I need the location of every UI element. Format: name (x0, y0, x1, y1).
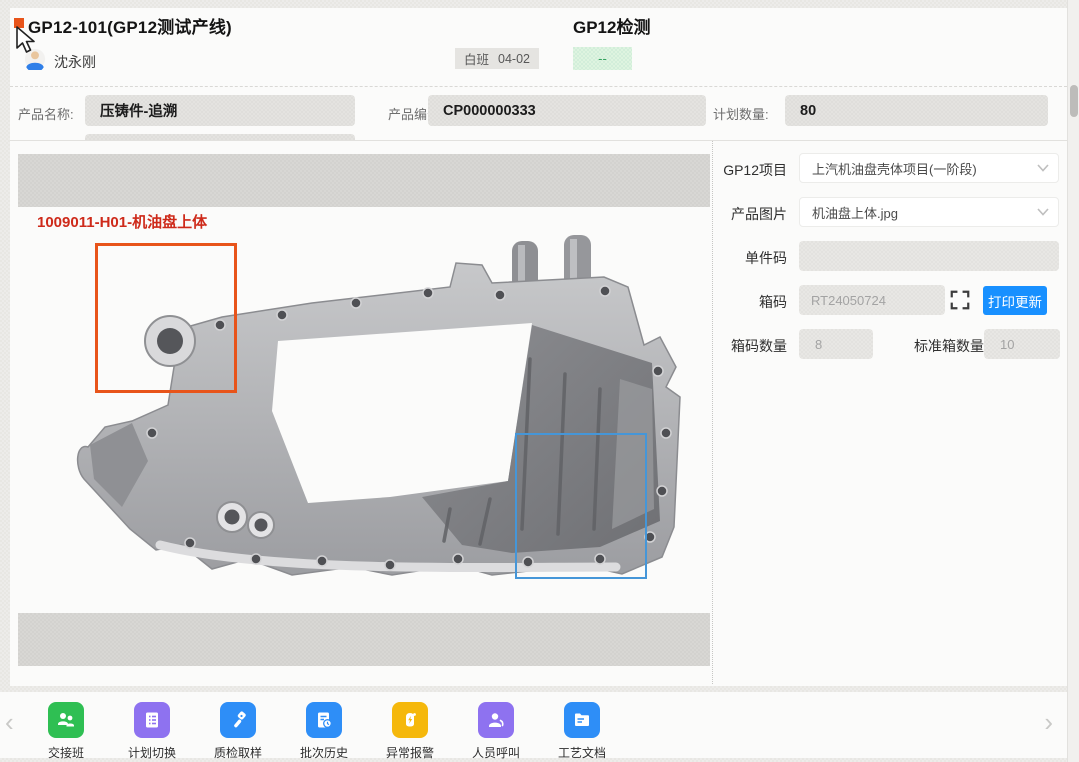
image-panel-top-bar (18, 154, 710, 207)
product-image-panel: 1009011-H01-机油盘上体 (10, 141, 713, 684)
plan-checklist-icon (134, 702, 170, 738)
product-form-row: 产品名称: 压铸件-追溯 产品编号: CP000000333 计划数量: 80 (10, 87, 1067, 141)
chevron-down-icon (1037, 164, 1049, 172)
product-image-row: 产品图片 机油盘上体.jpg (713, 197, 1067, 227)
toolbar-label: 异常报警 (385, 746, 434, 760)
shift-date: 04-02 (498, 51, 530, 66)
toolbar-item-batch-history[interactable]: 批次历史 (294, 702, 354, 761)
product-code-input[interactable]: CP000000333 (428, 95, 706, 126)
person-call-icon (478, 702, 514, 738)
box-qty-input[interactable]: 8 (799, 329, 873, 359)
project-select[interactable]: 上汽机油盘壳体项目(一阶段) (799, 153, 1059, 183)
product-image-value: 机油盘上体.jpg (812, 205, 898, 221)
process-doc-icon (564, 702, 600, 738)
scrollbar-thumb[interactable] (1070, 85, 1078, 117)
toolbar-label: 交接班 (47, 746, 84, 760)
plan-qty-label: 计划数量: (713, 107, 769, 122)
product-name-value: 压铸件-追溯 (100, 104, 178, 120)
box-code-row: 箱码 RT24050724 打印更新 (713, 285, 1067, 315)
std-box-qty-input[interactable]: 10 (984, 329, 1060, 359)
oil-pan-photo (60, 229, 705, 609)
box-qty-label: 箱码数量 (731, 338, 787, 354)
project-value: 上汽机油盘壳体项目(一阶段) (812, 161, 977, 177)
toolbar-items: 交接班 计划切换 质检取样 批次历史 异常报警 人员呼叫 工艺文档 (36, 702, 612, 761)
unit-code-row: 单件码 (713, 241, 1067, 271)
handover-people-icon (48, 702, 84, 738)
shift-label: 白班 (464, 53, 490, 67)
product-image-label: 产品图片 (731, 206, 787, 222)
project-row: GP12项目 上汽机油盘壳体项目(一阶段) (713, 153, 1067, 183)
page-title: GP12检测 (573, 18, 651, 37)
status-badge: -- (573, 47, 632, 70)
toolbar-scroll-left-icon[interactable]: ‹ (5, 704, 14, 740)
unit-code-input[interactable] (799, 241, 1059, 271)
footer-toolbar: ‹ › 交接班 计划切换 质检取样 批次历史 异常报警 人员呼叫 工艺文档 (0, 692, 1067, 761)
batch-history-icon (306, 702, 342, 738)
box-code-label: 箱码 (759, 294, 787, 310)
product-name-label: 产品名称: (18, 107, 74, 122)
box-qty-value: 8 (815, 336, 823, 352)
chevron-down-icon (1037, 208, 1049, 216)
header-bar: GP12-101(GP12测试产线) GP12检测 沈永刚 白班 04-02 -… (10, 8, 1067, 87)
user-name: 沈永刚 (54, 54, 96, 70)
product-image-select[interactable]: 机油盘上体.jpg (799, 197, 1059, 227)
main-area: 1009011-H01-机油盘上体 GP12项目 上汽机油盘壳体项目(一阶段) … (10, 141, 1067, 684)
box-code-value: RT24050724 (811, 292, 886, 308)
box-qty-row: 箱码数量 8 标准箱数量 10 (713, 329, 1067, 359)
gp12-inspection-screen: GP12-101(GP12测试产线) GP12检测 沈永刚 白班 04-02 -… (0, 0, 1079, 762)
toolbar-label: 质检取样 (213, 746, 262, 760)
toolbar-label: 人员呼叫 (471, 746, 520, 760)
station-title: GP12-101(GP12测试产线) (28, 18, 232, 37)
plan-qty-value: 80 (800, 102, 817, 119)
box-code-input[interactable]: RT24050724 (799, 285, 945, 315)
project-label: GP12项目 (723, 162, 787, 178)
scan-frame-icon[interactable] (949, 289, 971, 311)
image-panel-bottom-bar (18, 613, 710, 666)
toolbar-item-shift-handover[interactable]: 交接班 (36, 702, 96, 761)
print-update-button[interactable]: 打印更新 (983, 286, 1047, 315)
product-name-input[interactable]: 压铸件-追溯 (85, 95, 355, 126)
toolbar-label: 计划切换 (127, 746, 176, 760)
plan-qty-input[interactable]: 80 (785, 95, 1048, 126)
toolbar-item-quality-sampling[interactable]: 质检取样 (208, 702, 268, 761)
toolbar-item-process-document[interactable]: 工艺文档 (552, 702, 612, 761)
toolbar-label: 批次历史 (299, 746, 348, 760)
mouse-cursor-icon (16, 26, 35, 53)
toolbar-item-plan-switch[interactable]: 计划切换 (122, 702, 182, 761)
toolbar-scroll-right-icon[interactable]: › (1044, 704, 1053, 740)
unit-code-label: 单件码 (745, 250, 787, 266)
shift-badge: 白班 04-02 (455, 48, 539, 69)
product-code-value: CP000000333 (443, 102, 536, 119)
annotation-box-blue (515, 433, 647, 579)
std-box-qty-value: 10 (1000, 336, 1015, 352)
vertical-scrollbar[interactable] (1067, 0, 1079, 762)
std-box-qty-label: 标准箱数量 (914, 338, 984, 354)
toolbar-item-abnormal-alarm[interactable]: 异常报警 (380, 702, 440, 761)
gp12-detail-panel: GP12项目 上汽机油盘壳体项目(一阶段) 产品图片 机油盘上体.jpg 单件码… (713, 141, 1067, 684)
sampling-tool-icon (220, 702, 256, 738)
toolbar-label: 工艺文档 (557, 746, 606, 760)
alarm-icon (392, 702, 428, 738)
clipped-input (85, 134, 355, 140)
toolbar-item-personnel-call[interactable]: 人员呼叫 (466, 702, 526, 761)
content-panel: GP12-101(GP12测试产线) GP12检测 沈永刚 白班 04-02 -… (10, 8, 1067, 686)
annotation-box-orange (95, 243, 237, 393)
